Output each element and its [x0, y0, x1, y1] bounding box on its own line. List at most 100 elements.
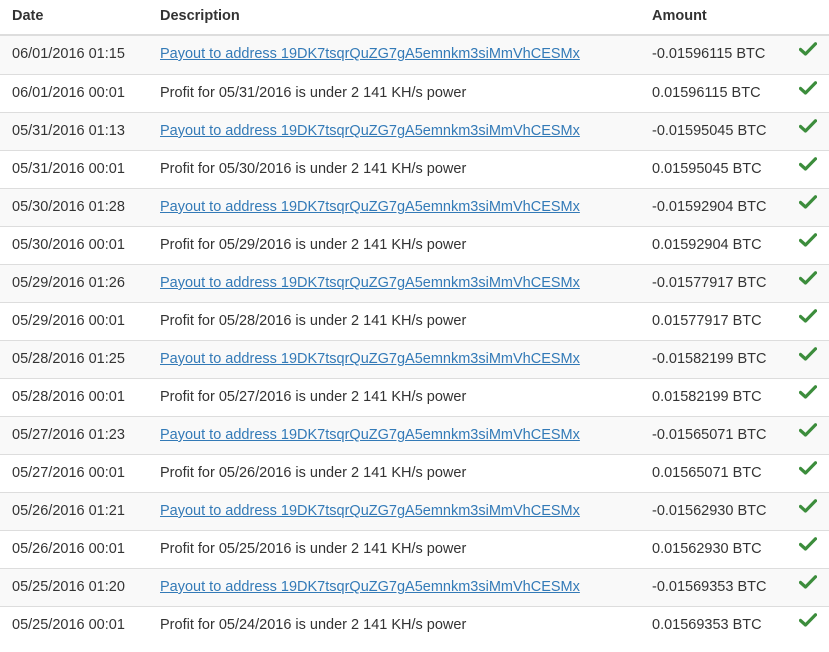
row-amount: -0.01592904 BTC: [652, 199, 767, 215]
row-status: [798, 605, 819, 644]
payout-address-link[interactable]: Payout to address 19DK7tsqrQuZG7gA5emnkm…: [160, 503, 580, 519]
row-status: [798, 453, 819, 492]
check-icon: [798, 34, 818, 71]
profit-description: Profit for 05/30/2016 is under 2 141 KH/…: [160, 161, 467, 177]
row-description-cell: Payout to address 19DK7tsqrQuZG7gA5emnkm…: [160, 189, 580, 226]
row-date: 05/25/2016 00:01: [12, 617, 125, 633]
row-amount: 0.01577917 BTC: [652, 313, 762, 329]
row-date: 05/31/2016 01:13: [12, 123, 125, 139]
row-description-cell: Profit for 05/28/2016 is under 2 141 KH/…: [160, 303, 466, 340]
row-status: [798, 415, 819, 454]
row-status: [798, 341, 819, 378]
row-description-cell: Payout to address 19DK7tsqrQuZG7gA5emnkm…: [160, 493, 580, 530]
row-description-cell: Profit for 05/29/2016 is under 2 141 KH/…: [160, 227, 466, 264]
profit-description: Profit for 05/25/2016 is under 2 141 KH/…: [160, 541, 467, 557]
check-icon: [798, 263, 818, 300]
row-status: [798, 113, 819, 150]
profit-description: Profit for 05/24/2016 is under 2 141 KH/…: [160, 617, 467, 633]
payout-address-link[interactable]: Payout to address 19DK7tsqrQuZG7gA5emnkm…: [160, 199, 580, 215]
row-date: 05/27/2016 00:01: [12, 465, 125, 481]
table-row: 06/01/2016 00:01 Profit for 05/31/2016 is…: [0, 74, 829, 112]
table-row: 05/30/2016 00:01 Profit for 05/29/2016 is…: [0, 226, 829, 264]
payout-address-link[interactable]: Payout to address 19DK7tsqrQuZG7gA5emnkm…: [160, 351, 580, 367]
row-status: [798, 377, 819, 416]
row-status: [798, 263, 819, 302]
row-amount: -0.01577917 BTC: [652, 275, 767, 291]
table-row: 05/27/2016 01:23 Payout to address 19DK7t…: [0, 416, 829, 454]
check-icon: [798, 149, 818, 186]
row-amount: 0.01569353 BTC: [652, 617, 762, 633]
profit-description: Profit for 05/29/2016 is under 2 141 KH/…: [160, 237, 467, 253]
table-row: 05/29/2016 01:26 Payout to address 19DK7t…: [0, 264, 829, 302]
row-description-cell: Profit for 05/26/2016 is under 2 141 KH/…: [160, 455, 466, 492]
check-icon: [798, 187, 818, 224]
check-icon: [798, 415, 818, 452]
row-description-cell: Profit for 05/25/2016 is under 2 141 KH/…: [160, 531, 466, 568]
payout-address-link[interactable]: Payout to address 19DK7tsqrQuZG7gA5emnkm…: [160, 427, 580, 443]
column-header-date: Date: [12, 8, 44, 24]
row-status: [798, 34, 819, 73]
row-amount: 0.01565071 BTC: [652, 465, 762, 481]
payout-address-link[interactable]: Payout to address 19DK7tsqrQuZG7gA5emnkm…: [160, 46, 580, 62]
row-amount: 0.01595045 BTC: [652, 161, 762, 177]
row-description-cell: Profit for 05/30/2016 is under 2 141 KH/…: [160, 151, 466, 188]
table-row: 05/30/2016 01:28 Payout to address 19DK7t…: [0, 188, 829, 226]
row-date: 05/30/2016 00:01: [12, 237, 125, 253]
check-icon: [798, 529, 818, 566]
table-row: 05/25/2016 01:20 Payout to address 19DK7t…: [0, 568, 829, 606]
table-row: 05/29/2016 00:01 Profit for 05/28/2016 is…: [0, 302, 829, 340]
check-icon: [798, 73, 818, 110]
check-icon: [798, 225, 818, 262]
row-date: 06/01/2016 00:01: [12, 85, 125, 101]
row-status: [798, 225, 819, 264]
row-status: [798, 529, 819, 568]
payout-address-link[interactable]: Payout to address 19DK7tsqrQuZG7gA5emnkm…: [160, 275, 580, 291]
table-row: 05/28/2016 01:25 Payout to address 19DK7t…: [0, 340, 829, 378]
check-icon: [798, 453, 818, 490]
row-status: [798, 491, 819, 530]
row-amount: -0.01565071 BTC: [652, 427, 767, 443]
payout-address-link[interactable]: Payout to address 19DK7tsqrQuZG7gA5emnkm…: [160, 123, 580, 139]
check-icon: [798, 605, 818, 642]
row-description-cell: Payout to address 19DK7tsqrQuZG7gA5emnkm…: [160, 341, 580, 378]
profit-description: Profit for 05/28/2016 is under 2 141 KH/…: [160, 313, 467, 329]
row-amount: -0.01595045 BTC: [652, 123, 767, 139]
row-date: 05/31/2016 00:01: [12, 161, 125, 177]
table-header: Date Description Amount: [0, 0, 829, 36]
check-icon: [798, 301, 818, 338]
row-status: [798, 187, 819, 226]
row-description-cell: Payout to address 19DK7tsqrQuZG7gA5emnkm…: [160, 36, 580, 73]
table-row: 05/31/2016 01:13 Payout to address 19DK7t…: [0, 112, 829, 150]
table-row: 05/31/2016 00:01 Profit for 05/30/2016 is…: [0, 150, 829, 188]
row-description-cell: Payout to address 19DK7tsqrQuZG7gA5emnkm…: [160, 569, 580, 606]
profit-description: Profit for 05/26/2016 is under 2 141 KH/…: [160, 465, 467, 481]
check-icon: [798, 567, 818, 604]
row-description-cell: Profit for 05/31/2016 is under 2 141 KH/…: [160, 75, 466, 112]
table-row: 05/28/2016 00:01 Profit for 05/27/2016 is…: [0, 378, 829, 416]
row-date: 05/29/2016 01:26: [12, 275, 125, 291]
row-amount: -0.01582199 BTC: [652, 351, 767, 367]
row-date: 05/27/2016 01:23: [12, 427, 125, 443]
row-amount: 0.01592904 BTC: [652, 237, 762, 253]
row-description-cell: Profit for 05/24/2016 is under 2 141 KH/…: [160, 607, 466, 644]
check-icon: [798, 491, 818, 528]
column-header-amount: Amount: [652, 8, 707, 24]
table-row: 05/27/2016 00:01 Profit for 05/26/2016 is…: [0, 454, 829, 492]
row-amount: -0.01569353 BTC: [652, 579, 767, 595]
table-row: 05/26/2016 00:01 Profit for 05/25/2016 is…: [0, 530, 829, 568]
row-date: 05/26/2016 01:21: [12, 503, 125, 519]
table-row: 06/01/2016 01:15 Payout to address 19DK7t…: [0, 36, 829, 74]
row-amount: -0.01596115 BTC: [652, 46, 766, 62]
column-header-description: Description: [160, 8, 240, 24]
row-description-cell: Profit for 05/27/2016 is under 2 141 KH/…: [160, 379, 466, 416]
row-date: 05/28/2016 01:25: [12, 351, 125, 367]
row-amount: 0.01596115 BTC: [652, 85, 761, 101]
table-body: 06/01/2016 01:15 Payout to address 19DK7t…: [0, 36, 829, 644]
row-status: [798, 301, 819, 340]
payout-address-link[interactable]: Payout to address 19DK7tsqrQuZG7gA5emnkm…: [160, 579, 580, 595]
row-date: 05/25/2016 01:20: [12, 579, 125, 595]
row-status: [798, 149, 819, 188]
check-icon: [798, 377, 818, 414]
transactions-table: Date Description Amount 06/01/2016 01:15…: [0, 0, 829, 644]
row-date: 05/26/2016 00:01: [12, 541, 125, 557]
